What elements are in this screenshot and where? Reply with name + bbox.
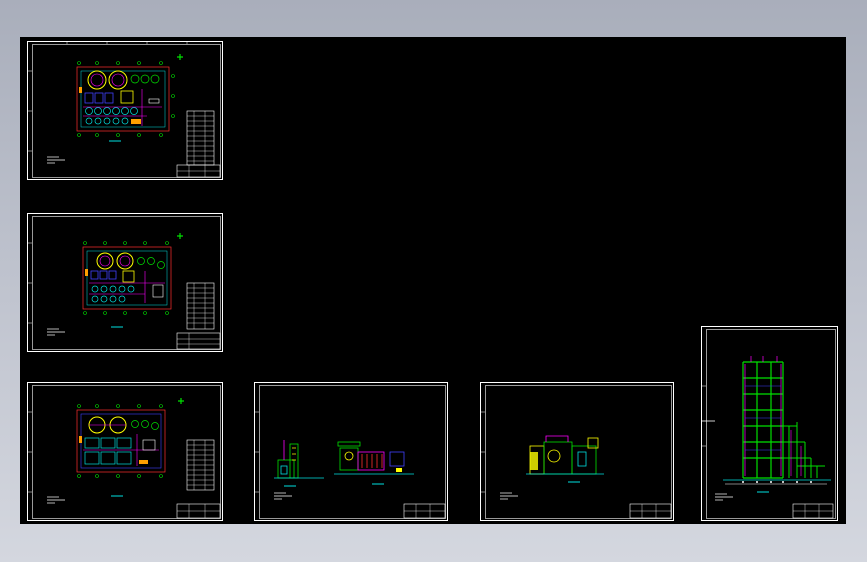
elevation-drawing-2 [480, 382, 674, 521]
elevation-drawing-1 [254, 382, 448, 521]
plan-drawing-1 [27, 41, 223, 180]
plan-drawing-2 [27, 213, 223, 352]
section-drawing-tower [701, 326, 838, 521]
drawing-sheet-elevation-1[interactable] [254, 382, 448, 521]
drawing-sheet-plan-1[interactable] [27, 41, 223, 180]
drawing-sheet-section-tower[interactable] [701, 326, 838, 521]
drawing-sheet-plan-3[interactable] [27, 382, 223, 521]
cad-model-space[interactable] [20, 37, 846, 524]
drawing-sheet-plan-2[interactable] [27, 213, 223, 352]
drawing-sheet-elevation-2[interactable] [480, 382, 674, 521]
plan-drawing-3 [27, 382, 223, 521]
